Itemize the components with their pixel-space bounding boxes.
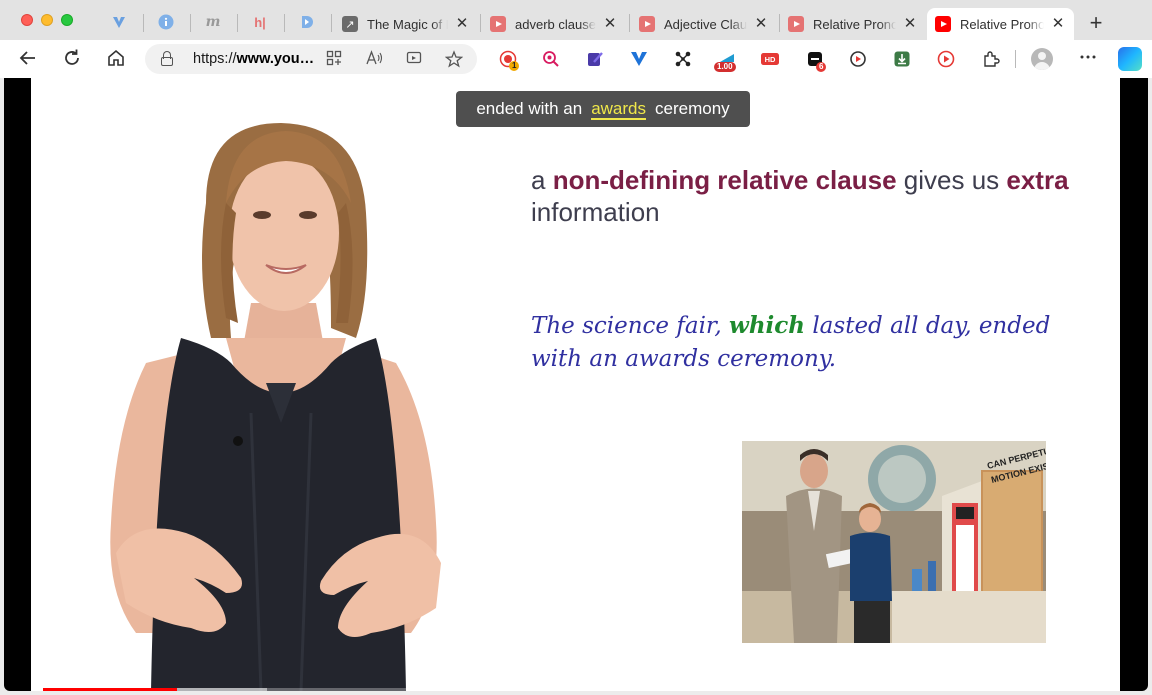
home-button[interactable] [105,48,127,70]
pinned-tab-hi[interactable]: h| [249,11,271,33]
close-icon[interactable]: ✕ [902,16,918,32]
relative-pronoun-keyword: which [729,312,806,339]
extensions-puzzle-icon[interactable] [981,49,1001,69]
tab-relative-pronoun-active[interactable]: Relative Prono ✕ [927,8,1074,40]
hi-logo-icon: h| [254,14,266,30]
tab-title: adverb clause [515,16,596,32]
tab-title: Relative Prono [960,16,1044,32]
caption-text-after: ceremony [655,99,730,118]
speed-ext-icon[interactable]: 1.00 [714,49,737,72]
notes-ext-icon[interactable] [585,49,605,69]
reload-icon [65,49,79,65]
tab-adjective-clause[interactable]: Adjective Clau ✕ [631,8,777,40]
tab-adverb-clause[interactable]: adverb clause ✕ [482,8,626,40]
zoom-ext-icon[interactable] [541,49,561,69]
record-ext-icon[interactable]: 1 [498,49,520,71]
back-arrow-icon [19,51,35,65]
example-sentence: The science fair, which lasted all day, … [531,312,1051,372]
headline-term: non-defining relative clause [552,165,897,195]
youtube-icon [639,16,655,32]
youtube-icon [788,16,804,32]
youtube-icon [935,16,951,32]
pinned-tab-info[interactable] [155,11,177,33]
progress-played [43,688,178,691]
tab-relative-pronoun-1[interactable]: Relative Prono ✕ [780,8,926,40]
pinned-tab-d[interactable] [296,11,318,33]
close-icon[interactable]: ✕ [602,16,618,32]
d-logo-icon [302,16,313,28]
clip-ext-icon[interactable]: 6 [805,49,827,72]
tab-title: The Magic of R [367,16,448,32]
m-logo-icon: m [205,14,221,30]
caption-text-before: ended with an [476,99,583,118]
browser-window: m h| ↗ The Magic of R ✕ adverb clause ✕ … [0,0,1152,695]
headline-emphasis: extra [1006,165,1069,195]
profile-avatar[interactable] [1031,48,1053,70]
more-menu-button[interactable] [1077,48,1099,70]
progress-bar[interactable] [43,688,1120,691]
address-bar[interactable]: https://www.you… [145,44,477,74]
back-button[interactable] [17,48,39,70]
slide-headline: a non-defining relative clause gives us … [531,165,1069,227]
favorite-star-icon[interactable] [444,50,464,68]
tab-magic[interactable]: ↗ The Magic of R ✕ [334,8,478,40]
tab-title: Adjective Clau [664,16,747,32]
close-icon[interactable]: ✕ [454,16,470,32]
camera-ext-icon[interactable] [848,49,868,69]
ellipsis-icon [1080,55,1096,59]
hd-ext-icon[interactable]: HD [760,49,780,69]
play-ext-icon[interactable] [936,49,956,69]
minimize-window-button[interactable] [41,14,53,26]
video-frame: ended with an awards ceremony a non-defi… [31,78,1120,691]
presenter-image [110,123,441,691]
caption-overlay: ended with an awards ceremony [456,91,750,127]
svg-text:HD: HD [765,55,776,64]
apps-icon[interactable] [325,50,343,68]
maximize-window-button[interactable] [61,14,73,26]
info-icon [158,14,174,30]
tab-strip: m h| ↗ The Magic of R ✕ adverb clause ✕ … [0,0,1152,42]
caption-highlight: awards [591,98,647,120]
pinned-tab-m[interactable]: m [202,11,224,33]
v-ext-icon[interactable] [629,49,649,69]
immersive-reader-icon[interactable] [405,50,423,68]
read-aloud-icon[interactable] [365,50,383,68]
close-icon[interactable]: ✕ [753,16,769,32]
toolbar: https://www.you… 1 1.00 HD 6 [0,40,1152,78]
close-window-button[interactable] [21,14,33,26]
v-logo-icon [113,17,125,28]
download-ext-icon[interactable] [892,49,912,69]
close-icon[interactable]: ✕ [1050,16,1066,32]
reload-button[interactable] [61,48,83,70]
science-fair-photo: CAN PERPETUAL MOTION EXIST? [742,441,1046,643]
pinned-tab-v[interactable] [108,11,130,33]
tab-title: Relative Prono [813,16,896,32]
arrow-out-icon: ↗ [342,16,358,32]
url-text[interactable]: https://www.you… [193,51,314,67]
copilot-icon[interactable] [1118,47,1142,71]
youtube-icon [490,16,506,32]
home-icon [108,49,124,66]
lock-icon[interactable] [161,51,173,67]
video-player[interactable]: ended with an awards ceremony a non-defi… [4,78,1148,691]
network-ext-icon[interactable] [673,49,693,69]
new-tab-button[interactable]: + [1084,12,1108,36]
